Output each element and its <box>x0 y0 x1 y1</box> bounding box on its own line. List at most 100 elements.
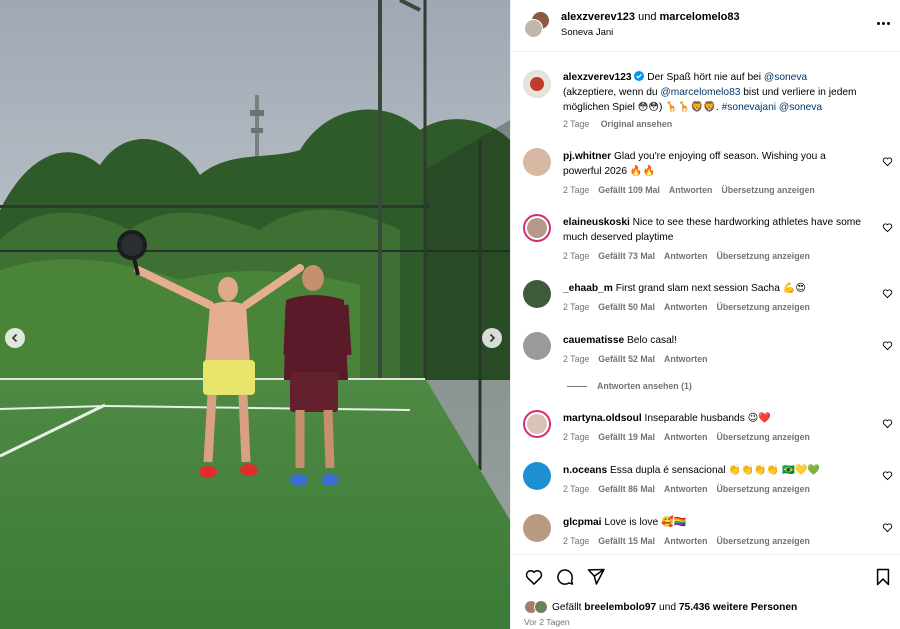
view-replies-label: Antworten ansehen (1) <box>597 381 692 391</box>
instagram-post-modal: alexzverev123 und marcelomelo83 Soneva J… <box>0 0 900 629</box>
post-location[interactable]: Soneva Jani <box>561 27 613 38</box>
heart-icon <box>525 569 543 585</box>
post-authors: alexzverev123 und marcelomelo83 <box>561 11 740 24</box>
comment-username[interactable]: martyna.oldsoul <box>563 413 642 424</box>
like-count[interactable]: Gefällt 50 Mal <box>598 302 655 312</box>
comment-username[interactable]: n.oceans <box>563 465 607 476</box>
post-photo <box>0 0 510 629</box>
like-count[interactable]: Gefällt 19 Mal <box>598 432 655 442</box>
reply-button[interactable]: Antworten <box>664 302 708 312</box>
comment-text: elaineuskoski Nice to see these hardwork… <box>563 215 863 245</box>
liked-joiner: und <box>659 601 677 613</box>
translate-button[interactable]: Übersetzung anzeigen <box>716 536 809 546</box>
comment-text: n.oceans Essa dupla é sensacional 👏👏👏👏 🇧… <box>563 463 863 478</box>
comment-meta: 2 Tage Gefällt 109 Mal Antworten Übersetzun… <box>563 185 824 195</box>
caption-part: (akzeptiere, wenn du <box>563 87 658 98</box>
previous-image-button[interactable] <box>5 328 25 348</box>
timestamp[interactable]: 2 Tage <box>563 185 589 195</box>
chevron-left-icon <box>11 333 18 343</box>
avatar[interactable] <box>523 514 551 542</box>
avatar[interactable] <box>523 410 551 438</box>
see-original-button[interactable]: Original ansehen <box>601 119 672 129</box>
timestamp[interactable]: 2 Tage <box>563 536 589 546</box>
reply-button[interactable]: Antworten <box>664 354 708 364</box>
share-button[interactable] <box>586 567 606 587</box>
photo-padel-court <box>0 0 510 629</box>
avatar[interactable] <box>523 280 551 308</box>
caption-username[interactable]: alexzverev123 <box>563 72 632 83</box>
like-button[interactable] <box>524 567 544 587</box>
like-count[interactable]: Gefällt 73 Mal <box>598 251 655 261</box>
comment-username[interactable]: cauematisse <box>563 335 624 346</box>
more-icon <box>876 21 880 25</box>
heart-icon[interactable] <box>882 156 893 167</box>
comment-meta: 2 Tage Gefällt 15 Mal Antworten Übersetzung… <box>563 536 819 546</box>
avatar[interactable] <box>523 462 551 490</box>
heart-icon[interactable] <box>882 340 893 351</box>
comment-text: cauematisse Belo casal! <box>563 333 863 348</box>
reply-button[interactable]: Antworten <box>664 432 708 442</box>
comment-username[interactable]: elaineuskoski <box>563 217 630 228</box>
authors-joiner: und <box>638 11 657 23</box>
like-count[interactable]: Gefällt 15 Mal <box>598 536 655 546</box>
liked-prefix: Gefällt <box>552 601 582 613</box>
verified-icon <box>634 71 645 81</box>
comment-text: _ehaab_m First grand slam next session S… <box>563 281 863 296</box>
comment-meta: 2 Tage Gefällt 52 Mal Antworten <box>563 354 716 364</box>
collab-avatar[interactable] <box>524 11 552 39</box>
likes-count-button[interactable]: 75.436 weitere Personen <box>679 602 797 613</box>
comment-button[interactable] <box>555 567 575 587</box>
heart-icon[interactable] <box>882 222 893 233</box>
avatar[interactable] <box>523 70 551 98</box>
more-options-button[interactable] <box>873 16 893 30</box>
mention-link[interactable]: @soneva <box>779 102 822 113</box>
translate-button[interactable]: Übersetzung anzeigen <box>721 185 814 195</box>
avatar[interactable] <box>523 214 551 242</box>
like-count[interactable]: Gefällt 52 Mal <box>598 354 655 364</box>
comment-text: pj.whitner Glad you're enjoying off seas… <box>563 149 863 179</box>
post-date[interactable]: Vor 2 Tagen <box>524 617 570 627</box>
heart-icon[interactable] <box>882 470 893 481</box>
translate-button[interactable]: Übersetzung anzeigen <box>716 484 809 494</box>
timestamp[interactable]: 2 Tage <box>563 432 589 442</box>
next-image-button[interactable] <box>482 328 502 348</box>
translate-button[interactable]: Übersetzung anzeigen <box>716 302 809 312</box>
translate-button[interactable]: Übersetzung anzeigen <box>716 432 809 442</box>
comment-body: Belo casal! <box>627 335 677 346</box>
timestamp[interactable]: 2 Tage <box>563 302 589 312</box>
like-count[interactable]: Gefällt 86 Mal <box>598 484 655 494</box>
caption-part: Der Spaß hört nie auf bei <box>647 72 762 83</box>
avatar[interactable] <box>523 148 551 176</box>
avatar[interactable] <box>523 332 551 360</box>
timestamp[interactable]: 2 Tage <box>563 251 589 261</box>
share-icon <box>587 568 605 585</box>
coauthor-username[interactable]: marcelomelo83 <box>660 11 740 23</box>
save-button[interactable] <box>873 567 893 587</box>
comment-username[interactable]: glcpmai <box>563 517 602 528</box>
translate-button[interactable]: Übersetzung anzeigen <box>716 251 809 261</box>
view-replies-button[interactable]: Antworten ansehen (1) <box>567 381 692 391</box>
comment-username[interactable]: _ehaab_m <box>563 283 613 294</box>
timestamp[interactable]: 2 Tage <box>563 354 589 364</box>
comment-body: First grand slam next session Sacha 💪😍 <box>615 283 807 294</box>
heart-icon[interactable] <box>882 288 893 299</box>
replies-divider <box>567 385 587 387</box>
like-count[interactable]: Gefällt 109 Mal <box>598 185 660 195</box>
comment-meta: 2 Tage Gefällt 73 Mal Antworten Übersetzung… <box>563 251 819 261</box>
mention-link[interactable]: @marcelomelo83 <box>660 87 740 98</box>
comment-meta: 2 Tage Gefällt 19 Mal Antworten Übersetzung… <box>563 432 819 442</box>
comment-body: Inseparable husbands 😉❤️ <box>644 413 771 424</box>
timestamp[interactable]: 2 Tage <box>563 119 589 129</box>
reply-button[interactable]: Antworten <box>664 536 708 546</box>
timestamp[interactable]: 2 Tage <box>563 484 589 494</box>
reply-button[interactable]: Antworten <box>664 484 708 494</box>
reply-button[interactable]: Antworten <box>664 251 708 261</box>
comment-username[interactable]: pj.whitner <box>563 151 611 162</box>
reply-button[interactable]: Antworten <box>669 185 713 195</box>
heart-icon[interactable] <box>882 522 893 533</box>
mention-link[interactable]: @soneva <box>764 72 807 83</box>
author-username[interactable]: alexzverev123 <box>561 11 635 23</box>
hashtag-link[interactable]: #sonevajani <box>722 102 776 113</box>
heart-icon[interactable] <box>882 418 893 429</box>
liked-username[interactable]: breelembolo97 <box>584 602 656 613</box>
